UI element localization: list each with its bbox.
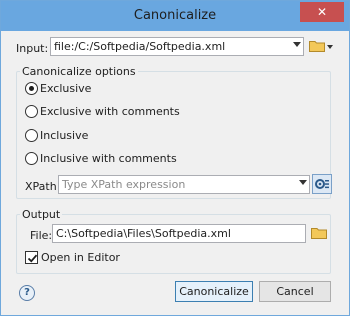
- output-file-value: C:\Softpedia\Files\Softpedia.xml: [56, 227, 231, 240]
- input-combo[interactable]: file:/C:/Softpedia/Softpedia.xml: [50, 37, 304, 56]
- canonicalize-button[interactable]: Canonicalize: [175, 281, 253, 302]
- radio-label: Exclusive: [40, 82, 92, 95]
- chevron-down-icon[interactable]: [293, 42, 301, 47]
- help-icon[interactable]: ?: [19, 285, 35, 301]
- xpath-placeholder: Type XPath expression: [62, 178, 186, 191]
- radio-button[interactable]: [25, 82, 38, 95]
- radio-label: Inclusive with comments: [40, 152, 177, 165]
- input-value: file:/C:/Softpedia/Softpedia.xml: [54, 40, 226, 53]
- close-button[interactable]: ✕: [300, 2, 344, 22]
- radio-button[interactable]: [25, 129, 38, 142]
- output-group-title: Output: [20, 208, 63, 221]
- folder-icon[interactable]: [311, 227, 327, 239]
- radio-button[interactable]: [25, 105, 38, 118]
- input-label: Input:: [16, 42, 49, 55]
- file-label: File:: [30, 229, 53, 242]
- chevron-down-icon[interactable]: [327, 45, 333, 49]
- xpath-label: XPath:: [25, 180, 61, 193]
- xpath-settings-button[interactable]: [312, 174, 332, 194]
- output-group: [16, 214, 331, 274]
- chevron-down-icon[interactable]: [299, 180, 307, 185]
- radio-label: Inclusive: [40, 129, 89, 142]
- cancel-button[interactable]: Cancel: [259, 281, 331, 302]
- folder-icon[interactable]: [309, 40, 325, 52]
- checkmark-icon: [27, 254, 38, 263]
- options-group-title: Canonicalize options: [20, 65, 138, 78]
- radio-button[interactable]: [25, 152, 38, 165]
- xpath-combo[interactable]: Type XPath expression: [58, 175, 310, 194]
- window-title: Canonicalize: [133, 8, 217, 23]
- dialog-window: Canonicalize ✕ Input: file:/C:/Softpedia…: [0, 0, 350, 316]
- open-in-editor-label: Open in Editor: [41, 251, 120, 264]
- radio-label: Exclusive with comments: [40, 105, 180, 118]
- open-in-editor-checkbox[interactable]: [25, 251, 38, 264]
- title-bar[interactable]: Canonicalize ✕: [1, 1, 349, 31]
- output-file-input[interactable]: C:\Softpedia\Files\Softpedia.xml: [52, 224, 306, 243]
- gear-icon: [315, 179, 329, 189]
